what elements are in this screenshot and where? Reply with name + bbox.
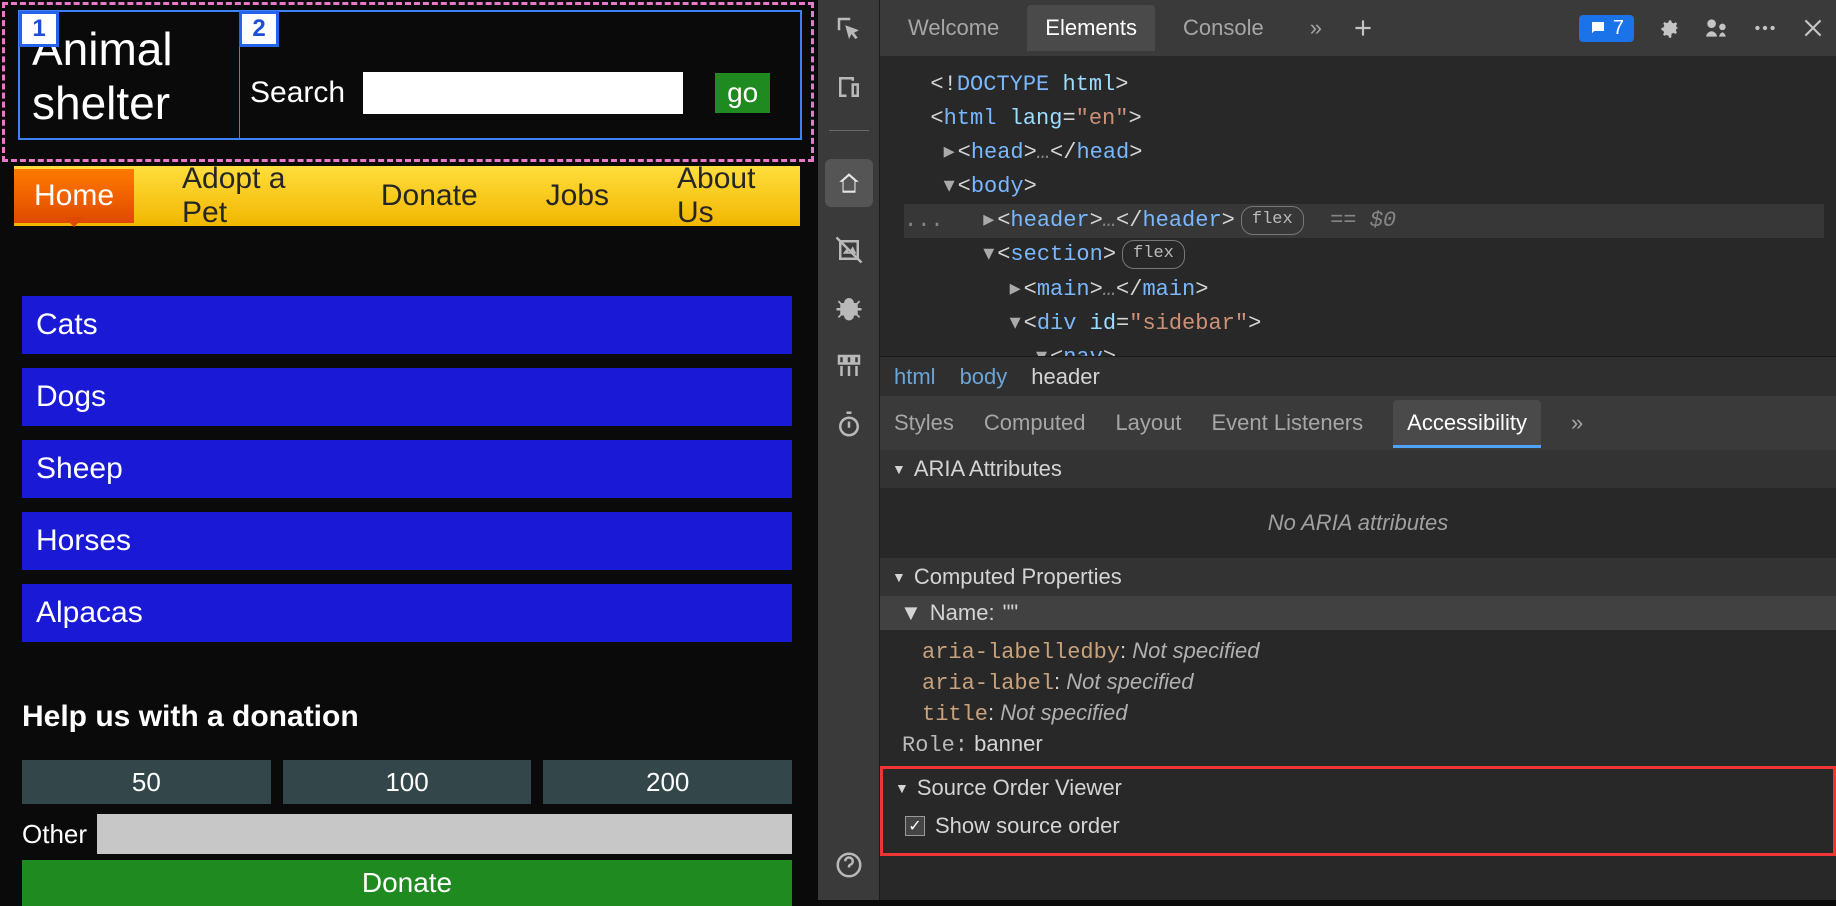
computed-props-header[interactable]: ▼Computed Properties xyxy=(880,558,1836,596)
category-horses[interactable]: Horses xyxy=(22,512,792,570)
top-right-controls: 7 xyxy=(1579,15,1826,42)
no-aria-text: No ARIA attributes xyxy=(880,488,1836,558)
close-icon[interactable] xyxy=(1800,15,1826,41)
name-key: Name: xyxy=(930,600,995,626)
subtab-styles[interactable]: Styles xyxy=(894,410,954,436)
source-order-header[interactable]: ▼Source Order Viewer xyxy=(883,769,1833,807)
category-list: Cats Dogs Sheep Horses Alpacas xyxy=(22,296,792,642)
elements-tool-icon[interactable] xyxy=(825,159,873,207)
help-icon[interactable] xyxy=(834,850,864,880)
selected-indicator: == $0 xyxy=(1330,208,1396,233)
devtools-panel: Welcome Elements Console » 7 <!DOCTYPE h… xyxy=(818,0,1836,900)
search-label: Search xyxy=(250,40,345,110)
title-key: title xyxy=(922,702,988,727)
category-alpacas[interactable]: Alpacas xyxy=(22,584,792,642)
aria-label-val: Not specified xyxy=(1066,669,1193,694)
image-off-icon[interactable] xyxy=(834,235,864,265)
bc-html[interactable]: html xyxy=(894,364,936,390)
issues-count: 7 xyxy=(1613,17,1624,40)
role-key: Role: xyxy=(902,733,968,758)
primary-nav: Home Adopt a Pet Donate Jobs About Us xyxy=(14,166,800,226)
header-title-cell: 1 Animal shelter xyxy=(20,12,240,138)
show-source-order-checkbox[interactable]: ✓ xyxy=(905,816,925,836)
donation-heading: Help us with a donation xyxy=(22,700,359,734)
tab-console[interactable]: Console xyxy=(1165,5,1282,51)
bug-icon[interactable] xyxy=(834,293,864,323)
accessibility-panel: ▼ARIA Attributes No ARIA attributes ▼Com… xyxy=(880,450,1836,900)
plus-icon[interactable] xyxy=(1350,15,1376,41)
aria-label-key: aria-label xyxy=(922,671,1054,696)
bc-header[interactable]: header xyxy=(1031,364,1100,390)
source-order-badge-1: 1 xyxy=(19,11,59,47)
stopwatch-icon[interactable] xyxy=(834,409,864,439)
go-button[interactable]: go xyxy=(715,73,770,113)
more-tabs-icon[interactable]: » xyxy=(1292,5,1340,51)
donation-100[interactable]: 100 xyxy=(283,760,532,804)
subtab-computed[interactable]: Computed xyxy=(984,410,1086,436)
category-dogs[interactable]: Dogs xyxy=(22,368,792,426)
role-value: banner xyxy=(974,731,1043,756)
aria-labelledby-key: aria-labelledby xyxy=(922,640,1120,665)
feedback-icon[interactable] xyxy=(1704,15,1730,41)
rendered-page: 1 Animal shelter 2 Search go Home Adopt … xyxy=(0,0,818,900)
header-search-cell: 2 Search go xyxy=(240,12,800,138)
source-order-label: Source Order Viewer xyxy=(917,775,1122,801)
styles-subtabs: Styles Computed Layout Event Listeners A… xyxy=(880,396,1836,450)
dom-tree[interactable]: <!DOCTYPE html> <html lang="en"> ▸<head>… xyxy=(880,56,1836,356)
devtools-tabs: Welcome Elements Console » 7 xyxy=(880,0,1836,56)
show-source-order-row[interactable]: ✓ Show source order xyxy=(883,807,1833,839)
show-source-order-label: Show source order xyxy=(935,813,1120,839)
name-value: "" xyxy=(1003,600,1019,626)
inspect-icon[interactable] xyxy=(834,14,864,44)
gear-icon[interactable] xyxy=(1656,15,1682,41)
flex-badge-2[interactable]: flex xyxy=(1122,240,1185,268)
subtab-listeners[interactable]: Event Listeners xyxy=(1212,410,1364,436)
donation-50[interactable]: 50 xyxy=(22,760,271,804)
donation-other-row: Other xyxy=(22,814,792,854)
donation-amount-row: 50 100 200 xyxy=(22,760,792,804)
category-sheep[interactable]: Sheep xyxy=(22,440,792,498)
nav-adopt[interactable]: Adopt a Pet xyxy=(162,152,333,240)
devtools-main: Welcome Elements Console » 7 <!DOCTYPE h… xyxy=(880,0,1836,900)
flex-badge[interactable]: flex xyxy=(1241,206,1304,234)
issues-badge[interactable]: 7 xyxy=(1579,15,1634,42)
aria-labelledby-val: Not specified xyxy=(1132,638,1259,663)
dom-breadcrumb: html body header xyxy=(880,356,1836,396)
tab-elements[interactable]: Elements xyxy=(1027,5,1155,51)
subtab-accessibility[interactable]: Accessibility xyxy=(1393,400,1541,446)
search-input[interactable] xyxy=(363,72,683,114)
donate-button[interactable]: Donate xyxy=(22,860,792,906)
nav-jobs[interactable]: Jobs xyxy=(526,169,629,223)
subtab-layout[interactable]: Layout xyxy=(1115,410,1181,436)
tab-welcome[interactable]: Welcome xyxy=(890,5,1017,51)
nav-about[interactable]: About Us xyxy=(657,152,800,240)
other-label: Other xyxy=(22,819,87,850)
nav-donate[interactable]: Donate xyxy=(361,169,498,223)
bc-body[interactable]: body xyxy=(960,364,1008,390)
subtab-more-icon[interactable]: » xyxy=(1571,410,1583,436)
more-icon[interactable] xyxy=(1752,15,1778,41)
activity-bar xyxy=(818,0,880,900)
computed-props-label: Computed Properties xyxy=(914,564,1122,590)
aria-attributes-header[interactable]: ▼ARIA Attributes xyxy=(880,450,1836,488)
other-input[interactable] xyxy=(97,814,792,854)
sliders-icon[interactable] xyxy=(834,351,864,381)
donation-200[interactable]: 200 xyxy=(543,760,792,804)
rail-divider xyxy=(829,130,869,131)
device-icon[interactable] xyxy=(834,72,864,102)
aria-attrs-label: ARIA Attributes xyxy=(914,456,1062,482)
source-order-badge-2: 2 xyxy=(239,11,279,47)
name-row[interactable]: ▼ Name: "" xyxy=(880,596,1836,630)
nav-home[interactable]: Home xyxy=(14,169,134,223)
page-header: 1 Animal shelter 2 Search go xyxy=(18,10,802,140)
category-cats[interactable]: Cats xyxy=(22,296,792,354)
title-val: Not specified xyxy=(1000,700,1127,725)
source-order-viewer-highlight: ▼Source Order Viewer ✓ Show source order xyxy=(880,766,1836,856)
